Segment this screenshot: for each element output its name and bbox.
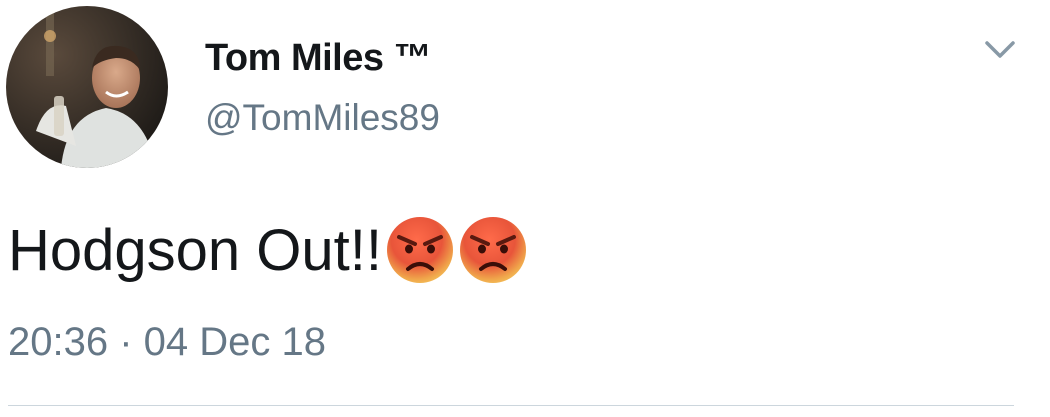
angry-face-icon (458, 215, 528, 285)
tweet-body: Hodgson Out!! (8, 217, 382, 283)
display-name[interactable]: Tom Miles ™ (205, 36, 432, 80)
divider (8, 405, 1014, 406)
tweet-text: Hodgson Out!! (8, 212, 528, 288)
angry-face-icon (385, 215, 455, 285)
avatar[interactable] (6, 6, 168, 168)
tweet-timestamp[interactable]: 20:36 · 04 Dec 18 (8, 318, 326, 366)
chevron-down-icon[interactable] (980, 30, 1020, 70)
username[interactable]: @TomMiles89 (205, 96, 440, 140)
